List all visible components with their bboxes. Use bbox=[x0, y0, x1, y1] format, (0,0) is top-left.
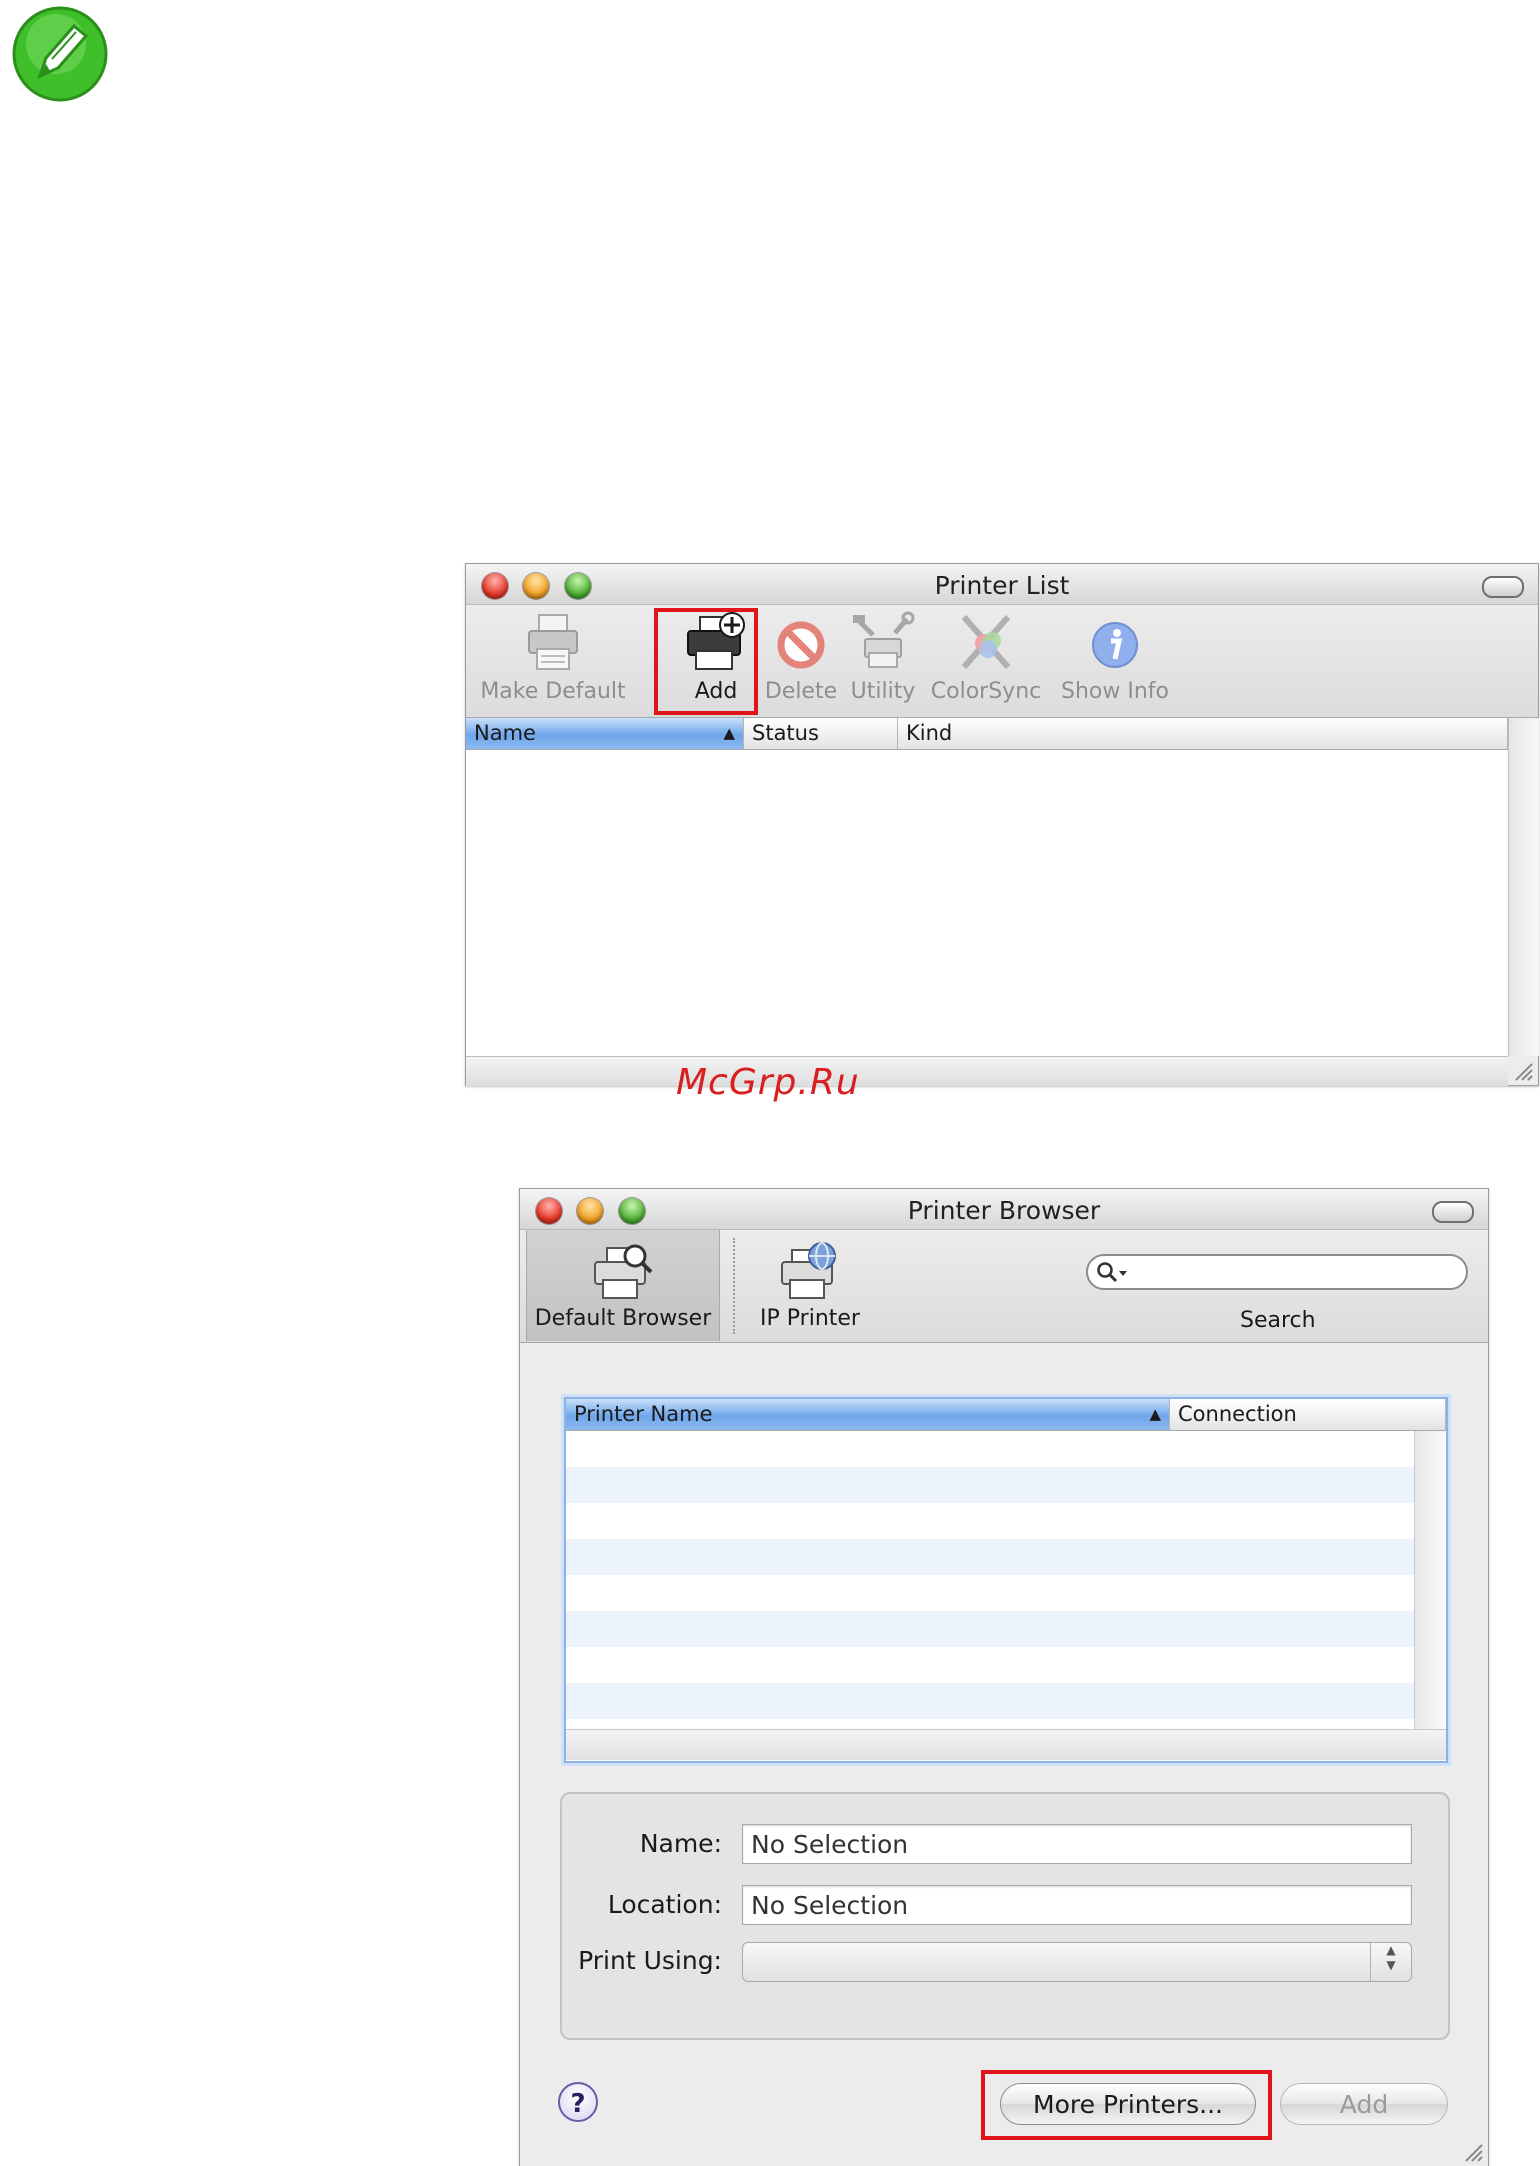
printer-browser-window: Printer Browser Default Browser IP Print… bbox=[519, 1188, 1489, 2166]
column-connection-label: Connection bbox=[1178, 1402, 1297, 1426]
info-icon bbox=[1092, 622, 1138, 668]
window-title: Printer List bbox=[934, 571, 1070, 600]
printer-list-titlebar: Printer List bbox=[466, 564, 1538, 605]
column-name-label: Name bbox=[474, 721, 536, 745]
vertical-scrollbar[interactable] bbox=[1414, 1431, 1445, 1729]
select-stepper-icon: ▲ ▼ bbox=[1370, 1943, 1411, 1981]
utility-button[interactable]: Utility bbox=[840, 611, 926, 704]
ip-printer-globe-icon bbox=[781, 1242, 836, 1299]
horizontal-scrollbar[interactable] bbox=[466, 1056, 1508, 1086]
delete-printer-button[interactable]: Delete bbox=[756, 611, 846, 704]
default-browser-button[interactable]: Default Browser bbox=[526, 1230, 720, 1341]
column-status-label: Status bbox=[752, 721, 819, 745]
show-info-button[interactable]: Show Info bbox=[1054, 611, 1176, 704]
resize-grip-icon[interactable] bbox=[1512, 1060, 1534, 1082]
delete-icon bbox=[777, 621, 825, 669]
printer-list-window: Printer List Make Default Add Delete Uti… bbox=[465, 563, 1539, 1086]
column-connection[interactable]: Connection bbox=[1170, 1399, 1446, 1430]
default-browser-label: Default Browser bbox=[534, 1306, 712, 1331]
name-field[interactable]: No Selection bbox=[742, 1824, 1412, 1864]
horizontal-scrollbar[interactable] bbox=[566, 1729, 1446, 1760]
printer-browser-titlebar: Printer Browser bbox=[520, 1189, 1488, 1230]
printer-details-group: Name: No Selection Location: No Selectio… bbox=[560, 1792, 1450, 2040]
utility-icon bbox=[853, 611, 915, 668]
make-default-button[interactable]: Make Default bbox=[478, 611, 628, 704]
toolbar-separator bbox=[733, 1238, 735, 1334]
search-label: Search bbox=[1240, 1308, 1316, 1333]
add-button[interactable]: Add bbox=[1280, 2083, 1448, 2125]
print-using-label: Print Using: bbox=[578, 1946, 722, 1975]
note-pencil-icon bbox=[12, 6, 108, 102]
add-highlight-frame bbox=[654, 608, 758, 715]
watermark-text: McGrp.Ru bbox=[676, 1062, 860, 1103]
make-default-label: Make Default bbox=[480, 679, 626, 704]
window-title: Printer Browser bbox=[907, 1196, 1101, 1225]
ip-printer-button[interactable]: IP Printer bbox=[740, 1240, 880, 1331]
column-status[interactable]: Status bbox=[744, 718, 898, 749]
table-header: Printer Name ▲ Connection bbox=[566, 1399, 1446, 1431]
toolbar-toggle-button[interactable] bbox=[1432, 1201, 1474, 1223]
ip-printer-label: IP Printer bbox=[760, 1306, 860, 1331]
colorsync-icon bbox=[961, 615, 1011, 669]
printer-browser-table: Printer Name ▲ Connection bbox=[564, 1397, 1448, 1763]
table-rows bbox=[566, 1431, 1414, 1729]
delete-label: Delete bbox=[764, 679, 838, 704]
show-info-label: Show Info bbox=[1061, 679, 1169, 704]
column-name[interactable]: Name ▲ bbox=[466, 718, 744, 749]
more-printers-highlight-frame bbox=[981, 2070, 1272, 2140]
resize-grip-icon[interactable] bbox=[1462, 2141, 1484, 2163]
column-kind[interactable]: Kind bbox=[898, 718, 1508, 749]
table-header: Name ▲ Status Kind bbox=[466, 718, 1508, 750]
search-field[interactable] bbox=[1086, 1254, 1468, 1290]
vertical-scrollbar[interactable] bbox=[1508, 718, 1539, 1056]
printer-default-icon bbox=[528, 614, 578, 670]
toolbar-toggle-button[interactable] bbox=[1482, 576, 1524, 598]
column-printer-name-label: Printer Name bbox=[574, 1402, 713, 1426]
printer-browser-icon bbox=[594, 1244, 653, 1299]
sort-ascending-icon: ▲ bbox=[723, 724, 735, 742]
printer-browser-toolbar: Default Browser IP Printer Search bbox=[520, 1230, 1488, 1343]
location-field[interactable]: No Selection bbox=[742, 1885, 1412, 1925]
sort-ascending-icon: ▲ bbox=[1149, 1405, 1161, 1423]
printer-list-table: Name ▲ Status Kind bbox=[466, 718, 1508, 1056]
colorsync-button[interactable]: ColorSync bbox=[926, 611, 1046, 704]
colorsync-label: ColorSync bbox=[930, 679, 1042, 704]
column-kind-label: Kind bbox=[906, 721, 953, 745]
location-field-label: Location: bbox=[607, 1890, 722, 1919]
utility-label: Utility bbox=[850, 679, 916, 704]
help-button[interactable]: ? bbox=[558, 2082, 598, 2122]
column-printer-name[interactable]: Printer Name ▲ bbox=[566, 1399, 1170, 1430]
printer-list-toolbar: Make Default Add Delete Utility ColorSyn… bbox=[466, 605, 1538, 718]
print-using-select[interactable]: ▲ ▼ bbox=[742, 1942, 1412, 1982]
name-field-label: Name: bbox=[639, 1829, 722, 1858]
search-icon bbox=[1097, 1262, 1127, 1283]
help-icon: ? bbox=[570, 2089, 586, 2119]
